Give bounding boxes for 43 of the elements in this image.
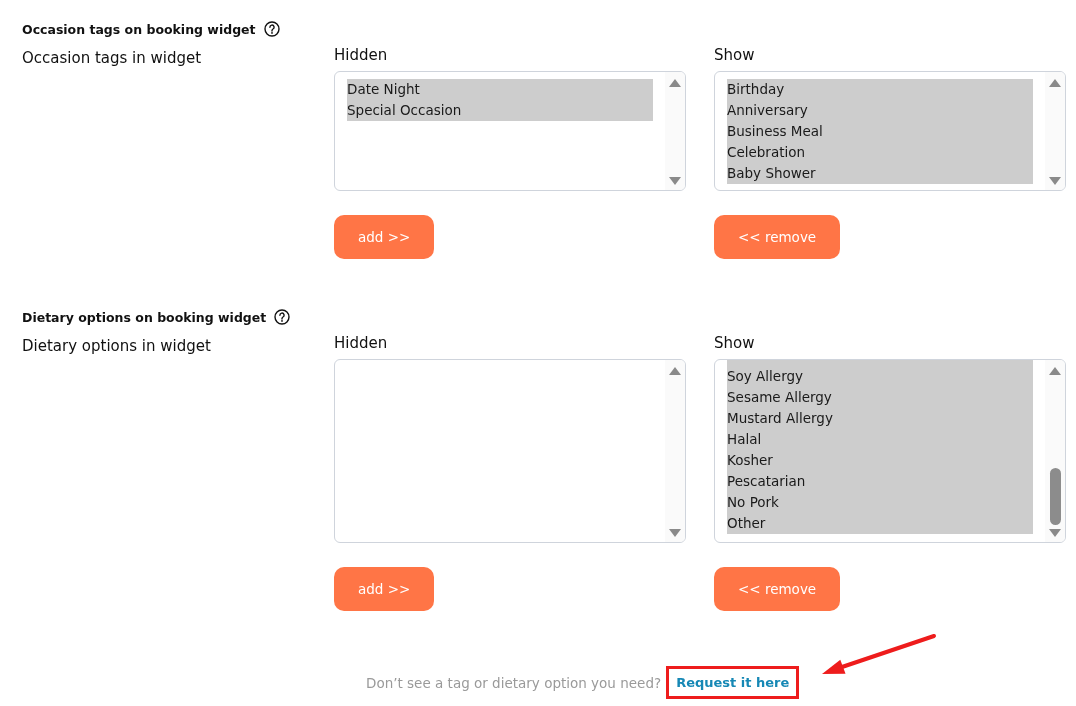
list-option[interactable]: Celebration: [727, 142, 1033, 163]
listbox[interactable]: Date Night Special Occasion: [334, 71, 686, 191]
help-text: Don’t see a tag or dietary option you need?: [366, 674, 662, 691]
list-option[interactable]: Date Night: [347, 79, 653, 100]
help-icon: [263, 21, 280, 37]
scrollbar[interactable]: [665, 360, 685, 542]
request-link[interactable]: Request it here: [676, 675, 790, 690]
up-arrow-icon: [669, 79, 681, 87]
field-label: Occasion tags in widget: [22, 48, 202, 69]
column-label: Show: [714, 333, 755, 354]
list-option[interactable]: Special Occasion: [347, 100, 653, 121]
scrollbar-thumb[interactable]: [1049, 468, 1061, 525]
section-heading: Dietary options on booking widget: [22, 309, 267, 325]
list-option[interactable]: Mustard Allergy: [727, 408, 1033, 429]
field-label: Dietary options in widget: [22, 336, 211, 357]
listbox[interactable]: Birthday Anniversary Business Meal Celebration Baby Shower: [714, 71, 1066, 191]
up-arrow-icon: [669, 367, 681, 375]
list-option[interactable]: Pescatarian: [727, 471, 1033, 492]
column-label: Hidden: [334, 45, 388, 66]
down-arrow-icon: [669, 529, 681, 537]
down-arrow-icon: [1049, 177, 1061, 185]
up-arrow-icon: [1049, 367, 1061, 375]
list-option[interactable]: Business Meal: [727, 121, 1033, 142]
scrollbar[interactable]: [1045, 360, 1065, 542]
column-label: Show: [714, 45, 755, 66]
list-option[interactable]: Baby Shower: [727, 163, 1033, 184]
scrollbar[interactable]: [665, 72, 685, 190]
help-icon: [274, 309, 291, 325]
listbox[interactable]: Soy Allergy Sesame Allergy Mustard Allergy Halal Kosher Pescatarian No Pork Other: [714, 359, 1066, 543]
list-option[interactable]: Kosher: [727, 450, 1033, 471]
list-option[interactable]: Halal: [727, 429, 1033, 450]
list-option[interactable]: No Pork: [727, 492, 1033, 513]
section-heading: Occasion tags on booking widget: [22, 21, 256, 37]
up-arrow-icon: [1049, 79, 1061, 87]
list-option[interactable]: Sesame Allergy: [727, 387, 1033, 408]
list-option[interactable]: Anniversary: [727, 100, 1033, 121]
down-arrow-icon: [1049, 529, 1061, 537]
list-option[interactable]: Birthday: [727, 79, 1033, 100]
scrollbar[interactable]: [1045, 72, 1065, 190]
down-arrow-icon: [669, 177, 681, 185]
list-option[interactable]: Other: [727, 513, 1033, 534]
column-label: Hidden: [334, 333, 388, 354]
list-option[interactable]: Soy Allergy: [727, 366, 1033, 387]
